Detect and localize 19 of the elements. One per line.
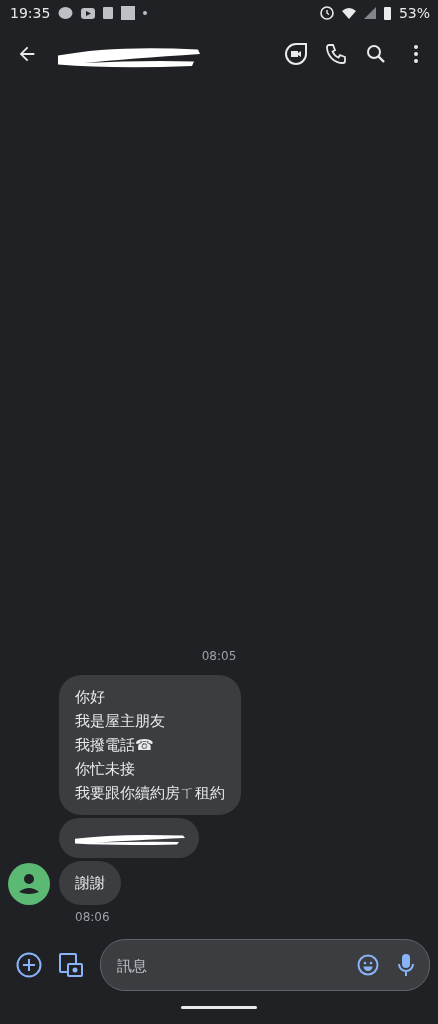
- status-time: 19:35: [10, 5, 51, 21]
- microphone-icon[interactable]: [397, 953, 415, 977]
- add-icon[interactable]: [16, 952, 42, 978]
- phone-icon[interactable]: [324, 42, 348, 66]
- gallery-camera-icon[interactable]: [58, 952, 84, 978]
- message-timestamp: 08:05: [201, 649, 237, 663]
- signal-icon: [363, 7, 376, 19]
- play-icon: [81, 7, 96, 19]
- contact-avatar-icon[interactable]: [8, 863, 50, 905]
- message-bubble: 你好 我是屋主朋友 我撥電話☎ 你忙未接 我要跟你續約房ㄒ租約: [59, 675, 241, 815]
- wifi-icon: [341, 7, 356, 19]
- message-bubble: 謝謝: [59, 861, 121, 905]
- message-timestamp: 08:06: [75, 910, 110, 924]
- battery-icon: [383, 6, 391, 20]
- battery-percent: 53%: [398, 5, 430, 21]
- dot-icon: [143, 11, 148, 15]
- alarm-clock-icon: [319, 6, 334, 20]
- emoji-icon[interactable]: [357, 954, 379, 976]
- video-call-icon[interactable]: [284, 42, 308, 66]
